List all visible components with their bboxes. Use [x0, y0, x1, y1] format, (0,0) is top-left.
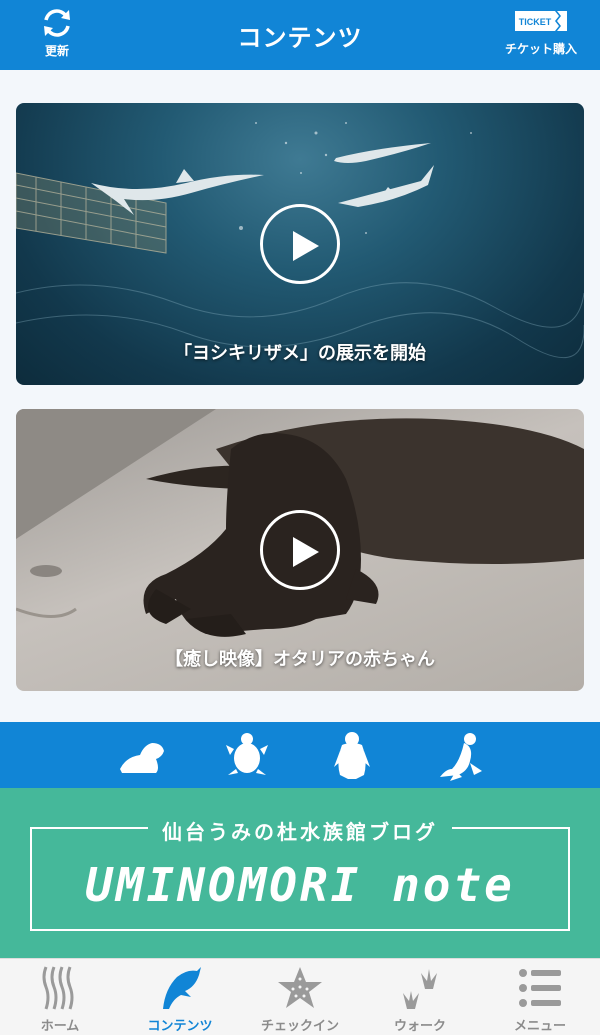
tab-label: ホーム — [40, 1019, 80, 1034]
ticket-icon: TICKET — [515, 11, 567, 31]
tab-label: メニュー — [513, 1019, 566, 1034]
blog-title: UMINOMORI note — [85, 858, 515, 912]
tab-contents[interactable]: コンテンツ — [120, 959, 240, 1035]
tab-label: ウォーク — [393, 1019, 446, 1034]
tab-menu[interactable]: メニュー — [480, 959, 600, 1035]
sea-lion-icon — [440, 733, 482, 781]
menu-icon — [519, 969, 561, 1007]
dolphin-icon — [163, 967, 201, 1009]
play-button[interactable] — [260, 204, 340, 284]
video-caption: 「ヨシキリザメ」の展示を開始 — [174, 343, 426, 364]
bottom-tab-bar: ホーム コンテンツ チェックイン ウォーク メニュー — [0, 958, 600, 1035]
animal-banner[interactable] — [0, 722, 600, 788]
play-button[interactable] — [260, 510, 340, 590]
tab-label: チェックイン — [260, 1019, 339, 1034]
turtle-icon — [226, 733, 268, 775]
seal-icon — [120, 743, 164, 773]
tab-walk[interactable]: ウォーク — [360, 959, 480, 1035]
ticket-purchase-button[interactable]: TICKET チケット購入 — [496, 8, 586, 68]
app-header: 更新 コンテンツ TICKET チケット購入 — [0, 0, 600, 70]
home-icon — [42, 966, 74, 1010]
video-caption: 【癒し映像】オタリアの赤ちゃん — [165, 649, 435, 670]
tab-checkin[interactable]: チェックイン — [240, 959, 360, 1035]
blog-subtitle-text: 仙台うみの杜水族館ブログ — [148, 820, 452, 844]
video-card-blue-shark[interactable]: 「ヨシキリザメ」の展示を開始 — [16, 103, 584, 385]
blog-banner[interactable]: 仙台うみの杜水族館ブログ UMINOMORI note — [0, 788, 600, 958]
penguin-icon — [334, 732, 370, 779]
ticket-label: チケット購入 — [504, 42, 577, 56]
tab-label: コンテンツ — [147, 1019, 213, 1034]
tab-home[interactable]: ホーム — [0, 959, 120, 1035]
starfish-icon — [278, 967, 322, 1008]
video-card-sea-lion-pup[interactable]: 【癒し映像】オタリアの赤ちゃん — [16, 409, 584, 691]
ticket-badge-text: TICKET — [519, 17, 552, 27]
blog-subtitle: 仙台うみの杜水族館ブログ — [0, 816, 600, 845]
footprint-icon — [403, 969, 437, 1009]
